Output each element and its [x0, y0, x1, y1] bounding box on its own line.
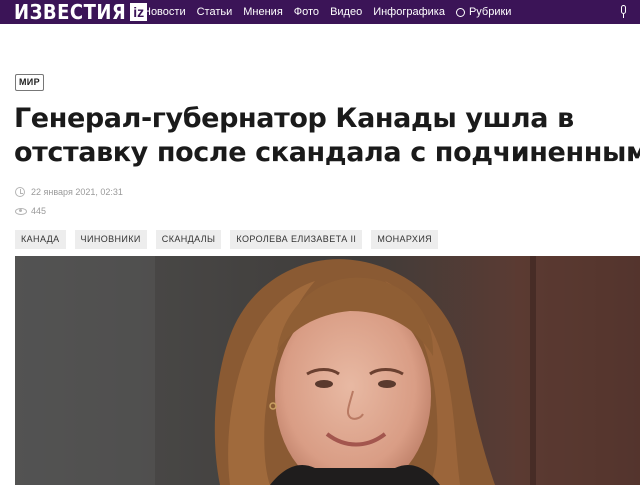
- portrait-photo: [15, 256, 640, 485]
- nav-item-infographics[interactable]: Инфографика: [373, 6, 445, 18]
- nav-item-articles[interactable]: Статьи: [197, 6, 233, 18]
- article-photo: [15, 256, 640, 485]
- views-count: 445: [31, 206, 47, 216]
- circle-check-icon: [455, 7, 465, 17]
- top-nav-bar: ИЗВЕСТИЯ iz Новости Статьи Мнения Фото В…: [0, 0, 640, 24]
- nav-item-photo[interactable]: Фото: [294, 6, 319, 18]
- section-badge[interactable]: МИР: [15, 74, 44, 91]
- tag-monarchy[interactable]: МОНАРХИЯ: [371, 230, 439, 249]
- publish-date: 22 января 2021, 02:31: [31, 187, 123, 197]
- publish-date-row: 22 января 2021, 02:31: [15, 187, 123, 197]
- eye-icon: [15, 207, 27, 215]
- tag-list: КАНАДА ЧИНОВНИКИ СКАНДАЛЫ КОРОЛЕВА ЕЛИЗА…: [15, 230, 447, 249]
- microphone-stand: [623, 14, 624, 18]
- tag-scandals[interactable]: СКАНДАЛЫ: [155, 230, 222, 249]
- nav-item-video[interactable]: Видео: [330, 6, 362, 18]
- clock-icon: [15, 187, 25, 197]
- tag-queen-elizabeth[interactable]: КОРОЛЕВА ЕЛИЗАВЕТА II: [230, 230, 363, 249]
- article-title-line-1: Генерал-губернатор Канады ушла в: [14, 103, 574, 134]
- logo-text: ИЗВЕСТИЯ: [14, 0, 127, 25]
- nav-item-news[interactable]: Новости: [143, 6, 186, 18]
- nav-item-rubriki[interactable]: Рубрики: [455, 6, 512, 18]
- article-title-line-2: отставку после скандала с подчиненными: [14, 137, 640, 168]
- views-row: 445: [15, 206, 46, 216]
- nav-item-opinions[interactable]: Мнения: [243, 6, 283, 18]
- tag-canada[interactable]: КАНАДА: [15, 230, 66, 249]
- article-title: Генерал-губернатор Канады ушла в отставк…: [14, 102, 640, 170]
- tag-officials[interactable]: ЧИНОВНИКИ: [74, 230, 147, 249]
- main-nav: Новости Статьи Мнения Фото Видео Инфогра…: [143, 0, 522, 24]
- microphone-icon[interactable]: [621, 5, 626, 14]
- rubriki-label: Рубрики: [468, 6, 512, 18]
- izvestia-logo[interactable]: ИЗВЕСТИЯ iz: [14, 0, 148, 25]
